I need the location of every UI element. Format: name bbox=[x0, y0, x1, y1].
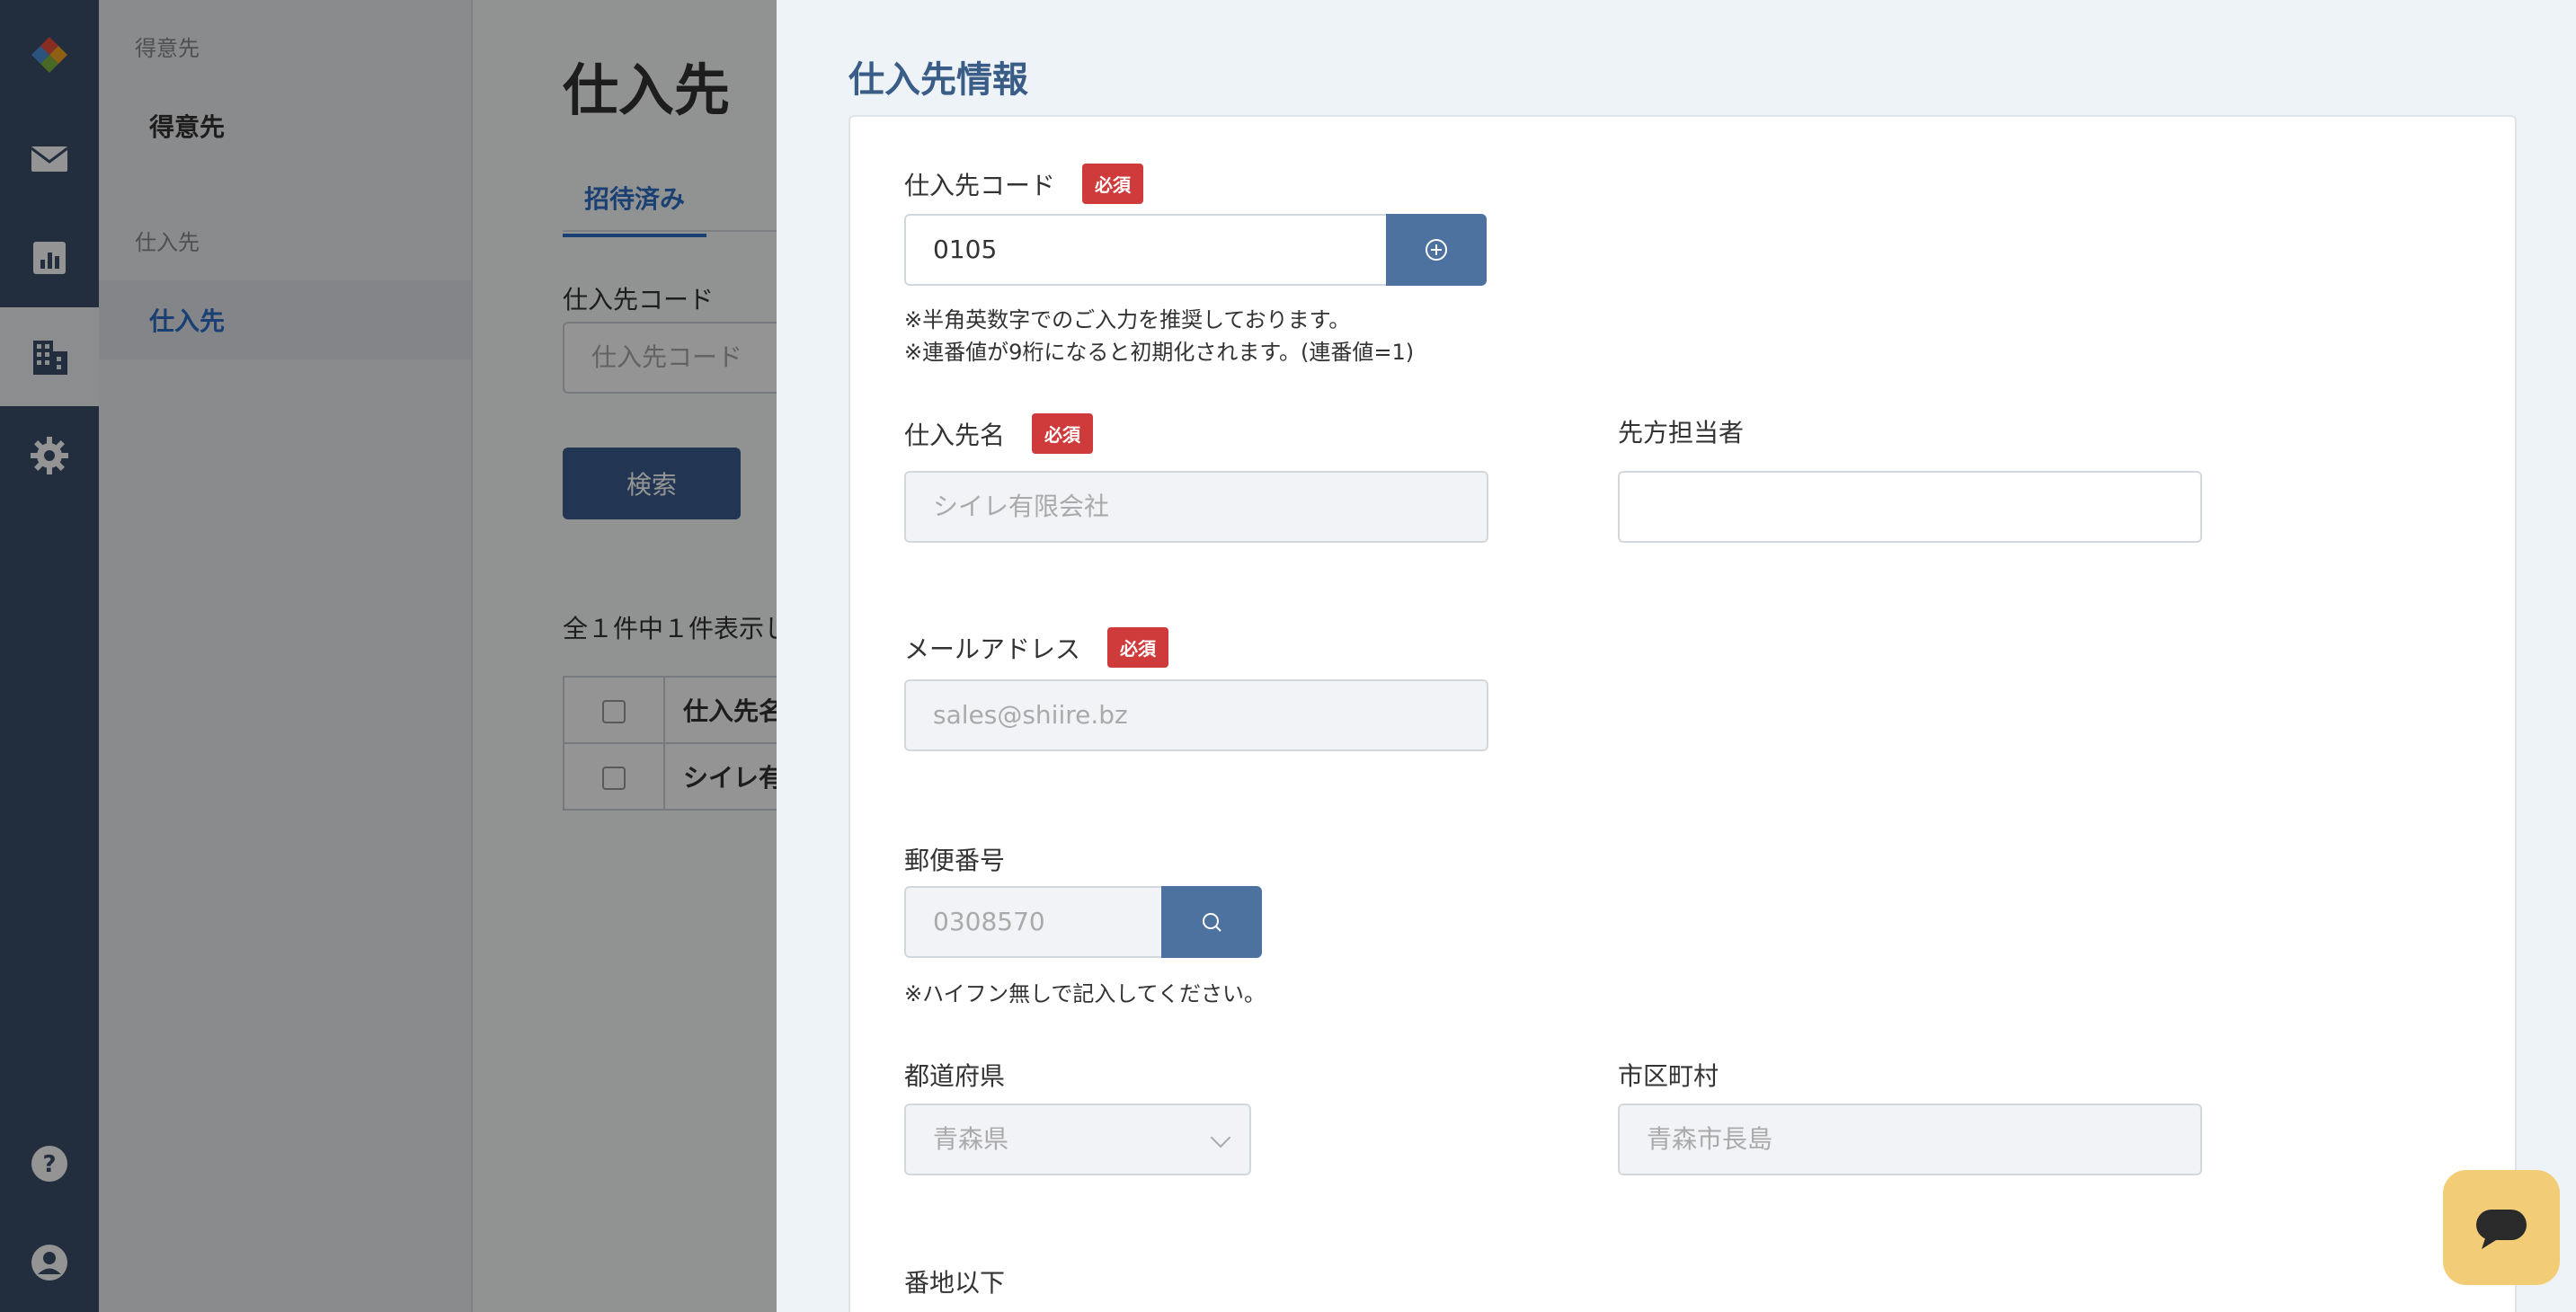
code-label: 仕入先コード 必須 bbox=[904, 164, 1144, 204]
name-label: 仕入先名 必須 bbox=[904, 413, 1094, 454]
code-hint-1: ※半角英数字でのご入力を推奨しております。 bbox=[904, 307, 1351, 332]
contact-input[interactable] bbox=[1618, 471, 2202, 543]
required-badge: 必須 bbox=[1082, 164, 1144, 204]
prefecture-select[interactable]: 青森県 bbox=[904, 1104, 1251, 1175]
postal-search-button[interactable] bbox=[1161, 886, 1262, 958]
required-badge: 必須 bbox=[1032, 413, 1094, 454]
prefecture-label: 都道府県 bbox=[904, 1061, 1006, 1091]
modal-backdrop[interactable] bbox=[0, 0, 777, 1312]
plus-circle-icon bbox=[1426, 239, 1447, 261]
supplier-form-card: 仕入先コード 必須 0105 ※半角英数字でのご入力を推奨しております。 ※連番… bbox=[848, 115, 2517, 1312]
postal-input[interactable]: 0308570 bbox=[904, 886, 1163, 958]
email-label: メールアドレス 必須 bbox=[904, 627, 1169, 668]
chat-icon bbox=[2476, 1210, 2527, 1249]
contact-label: 先方担当者 bbox=[1618, 418, 1745, 448]
chevron-down-icon bbox=[1210, 1127, 1231, 1148]
search-icon bbox=[1203, 913, 1221, 932]
postal-label: 郵便番号 bbox=[904, 846, 1006, 875]
chat-launcher-button[interactable] bbox=[2443, 1170, 2560, 1285]
address-label: 番地以下 bbox=[904, 1268, 1006, 1298]
city-input[interactable]: 青森市長島 bbox=[1618, 1104, 2202, 1175]
postal-hint: ※ハイフン無しで記入してください。 bbox=[904, 981, 1266, 1006]
name-input[interactable]: シイレ有限会社 bbox=[904, 471, 1488, 543]
code-hint-2: ※連番値が9桁になると初期化されます。(連番値=1) bbox=[904, 340, 1415, 365]
generate-code-button[interactable] bbox=[1386, 214, 1487, 286]
drawer-title: 仕入先情報 bbox=[848, 59, 1028, 101]
required-badge: 必須 bbox=[1107, 627, 1169, 668]
code-input[interactable]: 0105 bbox=[904, 214, 1388, 286]
email-input[interactable]: sales@shiire.bz bbox=[904, 679, 1488, 751]
supplier-info-drawer: 仕入先情報 仕入先コード 必須 0105 ※半角英数字でのご入力を推奨しておりま… bbox=[777, 0, 2576, 1312]
city-label: 市区町村 bbox=[1618, 1061, 1719, 1091]
